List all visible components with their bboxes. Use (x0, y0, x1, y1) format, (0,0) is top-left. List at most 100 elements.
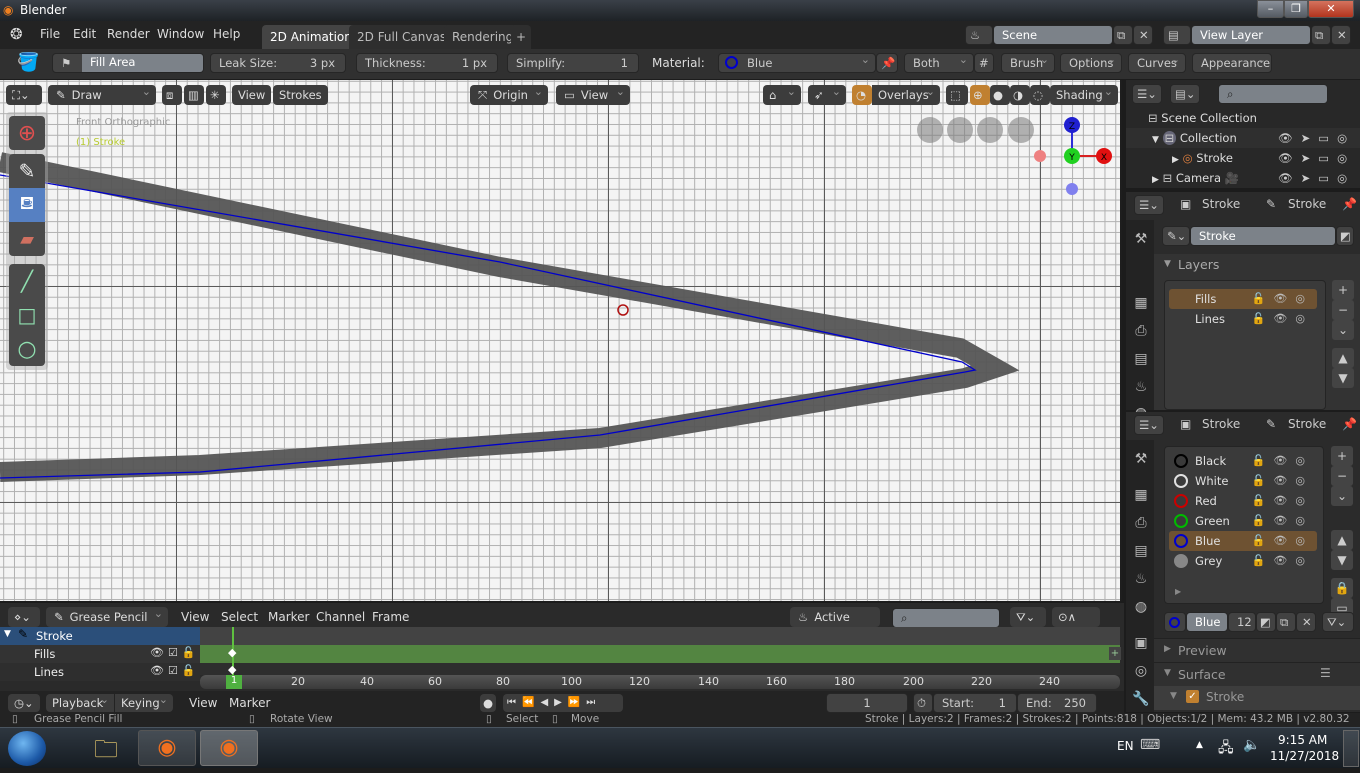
material-users-count[interactable]: 12 (1228, 612, 1256, 632)
layers-list[interactable]: Fills 🔓👁◎ Lines 🔓👁◎ (1164, 280, 1326, 410)
expand-icon[interactable]: ▶ (1152, 175, 1159, 185)
camera-view-icon[interactable] (947, 117, 973, 143)
materials-list[interactable]: Black 🔓👁◎ White 🔓👁◎ Red 🔓👁◎ Green 🔓👁◎ Blue 🔓👁… (1164, 446, 1324, 604)
record-button[interactable]: ● (480, 694, 496, 712)
layer-item[interactable]: Fills 🔓👁◎ (1169, 289, 1317, 309)
erase-tool[interactable]: ▰ (9, 222, 45, 256)
dopesheet-editor-type[interactable]: ⋄⌄ (8, 607, 40, 627)
fill-tool[interactable]: ⛾ (9, 188, 45, 222)
surface-section[interactable]: ▼ Surface ☰ (1154, 662, 1360, 686)
dopesheet-mode-selector[interactable]: ✎ Grease Pencil (46, 604, 168, 627)
outliner-toggles[interactable]: 👁➤▭◎ (1278, 168, 1355, 188)
volume-icon[interactable]: 🔈 (1243, 737, 1260, 753)
edit-lines-icon[interactable]: ▥ (184, 85, 204, 105)
keying-menu[interactable]: Keying (115, 691, 173, 712)
remove-layer-button[interactable]: − (1332, 300, 1354, 320)
pan-view-icon[interactable] (977, 117, 1003, 143)
dopesheet-menu-frame[interactable]: Frame (372, 610, 409, 624)
keyframe-fills[interactable]: ◆ (228, 646, 236, 659)
fill-direction-selector[interactable]: Both (904, 53, 974, 73)
clock-time[interactable]: 9:15 AM (1278, 733, 1327, 747)
grid-toggle-icon[interactable]: # (974, 53, 994, 73)
appearance-menu[interactable]: Appearance (1192, 53, 1272, 73)
output-tab-icon[interactable]: ⎙ (1130, 512, 1152, 534)
leak-size-field[interactable]: Leak Size: 3 px (210, 53, 346, 73)
toggle-camera-ortho-icon[interactable] (917, 117, 943, 143)
clock-date[interactable]: 11/27/2018 (1270, 749, 1339, 763)
material-toggles[interactable]: 🔓👁◎ (1252, 491, 1313, 511)
material-toggles[interactable]: 🔓👁◎ (1252, 451, 1313, 471)
active-only-toggle[interactable]: ♨Active Only (790, 607, 880, 644)
channel-fills[interactable]: Fills 👁☑🔓 (0, 645, 200, 663)
channel-stroke-object[interactable]: ▼ ✎ Stroke (0, 627, 200, 645)
thickness-field[interactable]: Thickness: 1 px (356, 53, 498, 73)
collapse-icon[interactable]: ▼ (1164, 259, 1171, 269)
current-frame-field[interactable]: 1 (826, 693, 908, 713)
scene-selector-icon[interactable]: ♨ (965, 25, 993, 45)
menu-edit[interactable]: Edit (73, 27, 96, 41)
language-indicator[interactable]: EN (1117, 739, 1134, 753)
channel-lines[interactable]: Lines 👁☑🔓 (0, 663, 200, 681)
current-frame-marker[interactable]: 1 (226, 675, 242, 689)
material-item[interactable]: Grey 🔓👁◎ (1169, 551, 1317, 571)
maximize-button[interactable]: ❐ (1284, 0, 1308, 18)
render-tab-icon[interactable]: ▦ (1130, 292, 1152, 314)
render-tab-icon[interactable]: ▦ (1130, 484, 1152, 506)
fake-user-icon[interactable]: ◩ (1256, 612, 1276, 632)
menu-render[interactable]: Render (107, 27, 150, 41)
pin-icon[interactable]: 📌 (1342, 197, 1357, 211)
preview-range-icon[interactable]: ⏱ (913, 693, 933, 713)
viewport-view-menu[interactable]: View (232, 85, 272, 105)
file-explorer-icon[interactable]: 🗀 (88, 732, 124, 764)
dopesheet-search[interactable]: ⌕ (892, 608, 1000, 628)
expand-filter-icon[interactable]: ▶ (1175, 587, 1181, 596)
material-specials-menu[interactable]: ⌄ (1331, 486, 1353, 506)
layer-toggles[interactable]: 🔓👁◎ (1252, 309, 1313, 329)
layer-specials-menu[interactable]: ⌄ (1332, 320, 1354, 340)
material-node-menu[interactable]: ⛛⌄ (1322, 612, 1354, 632)
view-layer-copy-icon[interactable]: ⧉ (1311, 25, 1331, 45)
playback-controls[interactable]: ⏮⏪◀▶⏩⏭ (503, 694, 623, 712)
minimize-button[interactable]: – (1257, 0, 1284, 18)
menu-window[interactable]: Window (157, 27, 204, 41)
scene-copy-icon[interactable]: ⧉ (1113, 25, 1133, 45)
outliner-row-camera[interactable]: ▶ ⊟ Camera 🎥 👁➤▭◎ (1126, 168, 1360, 188)
outliner-row-stroke[interactable]: ▶ ◎ Stroke 👁➤▭◎ (1126, 148, 1360, 168)
view-align-selector[interactable]: ▭ View (556, 82, 630, 105)
curves-menu[interactable]: Curves (1128, 53, 1186, 73)
view-layer-remove-icon[interactable]: ✕ (1331, 25, 1351, 45)
tool-tab-icon[interactable]: ⚒ (1130, 228, 1152, 250)
list-icon[interactable]: ☰ (1320, 666, 1331, 680)
options-menu[interactable]: Options (1060, 53, 1122, 73)
rendered-shading-icon[interactable]: ◌ (1030, 85, 1050, 105)
tab-2d-animation[interactable]: 2D Animation (262, 25, 360, 49)
overlays-toggle-icon[interactable]: ◔ (852, 85, 872, 105)
editor-type-selector[interactable]: ⛶⌄ (6, 85, 42, 105)
network-icon[interactable]: 🖧 (1218, 737, 1234, 761)
brush-name-field[interactable]: Fill Area (82, 54, 203, 72)
outliner-toggles[interactable]: 👁➤▭◎ (1278, 128, 1355, 148)
remove-material-slot[interactable]: − (1331, 466, 1353, 486)
gizmo-toggle[interactable]: ➶ (808, 82, 846, 105)
collapse-icon[interactable]: ▼ (4, 629, 11, 639)
output-tab-icon[interactable]: ⎙ (1130, 320, 1152, 342)
keyboard-icon[interactable]: ⌨ (1140, 737, 1160, 753)
properties-editor-type[interactable]: ☰⌄ (1134, 195, 1164, 215)
filter-menu-icon[interactable]: ⛛⌄ (1010, 607, 1046, 627)
frame-ruler[interactable]: 1 20 40 60 80 100 120 140 160 180 200 22… (200, 675, 1120, 689)
material-toggles[interactable]: 🔓👁◎ (1252, 471, 1313, 491)
outliner-row-collection[interactable]: ▼ ⊟ Collection 👁➤▭◎ (1126, 128, 1360, 148)
material-slot-name[interactable]: Blue (1186, 612, 1228, 632)
neg-z-axis[interactable] (1066, 183, 1078, 195)
view-layer-field[interactable]: View Layer (1191, 25, 1311, 45)
lines-track[interactable] (200, 663, 1120, 675)
xray-toggle-icon[interactable]: ⬚ (946, 85, 968, 105)
brush-menu[interactable]: Brush (1001, 53, 1055, 73)
fake-user-icon[interactable]: ◩ (1336, 226, 1354, 246)
tool-tab-icon[interactable]: ⚒ (1130, 448, 1152, 470)
menu-help[interactable]: Help (213, 27, 240, 41)
dopesheet-menu-view[interactable]: View (181, 610, 209, 624)
menu-file[interactable]: File (40, 27, 60, 41)
material-toggles[interactable]: 🔓👁◎ (1252, 531, 1313, 551)
stroke-subsection[interactable]: ▼ ✓ Stroke (1154, 686, 1360, 710)
